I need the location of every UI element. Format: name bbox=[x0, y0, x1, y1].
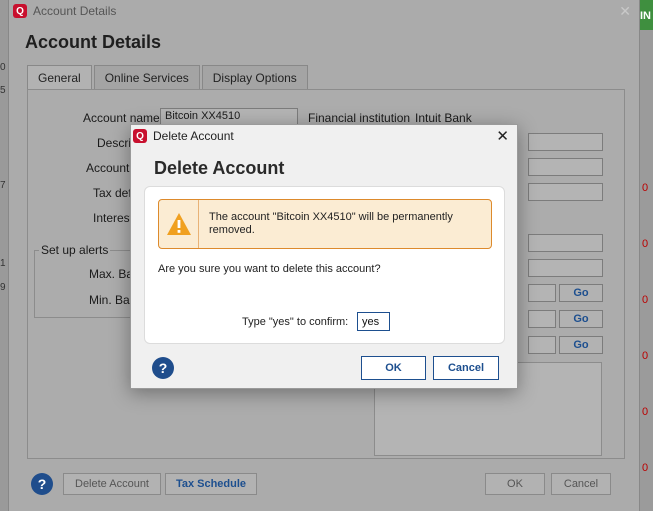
background-fragment: 0 bbox=[642, 238, 649, 250]
right-field[interactable] bbox=[528, 284, 556, 302]
go-button[interactable]: Go bbox=[559, 336, 603, 354]
background-fragment: 0 bbox=[642, 182, 649, 194]
background-fragment: 0 bbox=[642, 462, 649, 474]
go-button[interactable]: Go bbox=[559, 284, 603, 302]
close-icon[interactable]: ✕ bbox=[496, 127, 509, 145]
alerts-legend: Set up alerts bbox=[39, 243, 111, 257]
window-title: Account Details bbox=[33, 4, 117, 18]
right-field[interactable] bbox=[528, 234, 603, 252]
dialog-body: The account "Bitcoin XX4510" will be per… bbox=[144, 186, 505, 344]
tab-bar: General Online Services Display Options bbox=[27, 65, 310, 89]
cancel-button[interactable]: Cancel bbox=[551, 473, 611, 495]
tab-online-services[interactable]: Online Services bbox=[93, 65, 200, 89]
dialog-cancel-button[interactable]: Cancel bbox=[433, 356, 499, 380]
delete-account-button[interactable]: Delete Account bbox=[63, 473, 161, 495]
background-fragment: 0 bbox=[642, 350, 649, 362]
background-fragment: 0 bbox=[642, 294, 649, 306]
tab-general[interactable]: General bbox=[27, 65, 92, 89]
account-type-label: Account bbox=[86, 161, 130, 175]
warning-message: The account "Bitcoin XX4510" will be per… bbox=[209, 211, 453, 236]
ok-button[interactable]: OK bbox=[485, 473, 545, 495]
go-button[interactable]: Go bbox=[559, 310, 603, 328]
delete-account-dialog: Q Delete Account ✕ Delete Account The ac… bbox=[130, 124, 518, 389]
right-field[interactable] bbox=[528, 133, 603, 151]
financial-institution-label: Financial institution bbox=[308, 111, 411, 125]
right-field[interactable] bbox=[528, 183, 603, 201]
page-title: Account Details bbox=[25, 32, 162, 52]
app-logo-icon: Q bbox=[13, 4, 27, 18]
app-logo-icon: Q bbox=[133, 129, 147, 143]
dialog-title: Delete Account bbox=[153, 129, 234, 143]
warning-icon bbox=[159, 200, 199, 248]
alerts-group: Set up alerts Max. Bal Min. Bal bbox=[34, 243, 144, 318]
confirm-label: Type "yes" to confirm: bbox=[242, 316, 349, 328]
interest-label: Interest bbox=[93, 211, 134, 225]
right-field[interactable] bbox=[528, 310, 556, 328]
right-field[interactable] bbox=[528, 336, 556, 354]
dialog-heading: Delete Account bbox=[154, 158, 285, 178]
right-field[interactable] bbox=[528, 158, 603, 176]
window-titlebar: Q Account Details ✕ bbox=[9, 0, 639, 22]
warning-box: The account "Bitcoin XX4510" will be per… bbox=[158, 199, 492, 249]
help-icon[interactable]: ? bbox=[31, 473, 53, 495]
window-close-icon[interactable]: ✕ bbox=[619, 3, 631, 20]
account-name-label: Account name bbox=[83, 111, 160, 125]
confirm-input[interactable] bbox=[357, 312, 390, 331]
dialog-ok-button[interactable]: OK bbox=[361, 356, 426, 380]
dialog-help-icon[interactable]: ? bbox=[152, 357, 174, 379]
confirmation-question: Are you sure you want to delete this acc… bbox=[158, 263, 381, 275]
tab-display-options[interactable]: Display Options bbox=[201, 65, 308, 89]
background-fragment: 0 bbox=[642, 406, 649, 418]
tax-schedule-button[interactable]: Tax Schedule bbox=[165, 473, 257, 495]
min-balance-label: Min. Bal bbox=[89, 293, 133, 307]
dialog-titlebar: Q Delete Account ✕ bbox=[131, 125, 517, 147]
background-banner: IN bbox=[640, 0, 653, 30]
financial-institution-value: Intuit Bank bbox=[415, 111, 472, 125]
max-balance-label: Max. Bal bbox=[89, 267, 136, 281]
background-app-right: IN 0 0 0 0 0 0 bbox=[640, 0, 653, 511]
right-field[interactable] bbox=[528, 259, 603, 277]
